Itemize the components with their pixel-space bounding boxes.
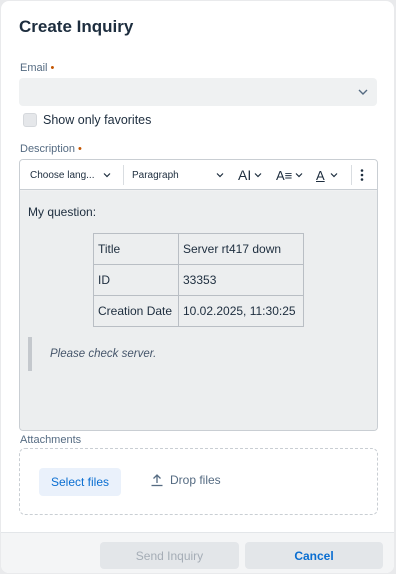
favorites-toggle[interactable]: Show only favorites xyxy=(23,113,151,127)
chevron-down-icon xyxy=(330,173,338,178)
email-label-text: Email xyxy=(20,62,48,74)
font-size-button[interactable]: AI xyxy=(238,160,263,190)
drop-files-zone[interactable]: Drop files xyxy=(150,473,221,487)
more-vertical-icon xyxy=(360,169,364,181)
table-cell-value: 33353 xyxy=(178,264,304,296)
table-cell-key: Creation Date xyxy=(93,295,179,327)
table-cell-key: Title xyxy=(93,233,179,265)
email-required-mark: • xyxy=(50,62,55,74)
font-size-icon: AI xyxy=(238,167,252,183)
table-cell-value: Server rt417 down xyxy=(178,233,304,265)
dialog-footer: Send Inquiry Cancel xyxy=(1,532,394,573)
paragraph-format-dropdown[interactable]: Paragraph xyxy=(132,160,225,190)
table-cell-key: ID xyxy=(93,264,179,296)
upload-icon xyxy=(151,474,163,487)
chevron-down-icon xyxy=(357,85,369,103)
font-color-icon: A xyxy=(316,167,325,183)
select-files-button[interactable]: Select files xyxy=(39,468,121,496)
dialog-title: Create Inquiry xyxy=(19,17,134,36)
chevron-down-icon xyxy=(254,173,262,178)
send-inquiry-button[interactable]: Send Inquiry xyxy=(100,542,239,569)
email-label: Email • xyxy=(20,62,54,74)
create-inquiry-dialog: Create Inquiry Email • Show only favorite… xyxy=(1,1,394,573)
paragraph-format-label: Paragraph xyxy=(132,169,179,181)
cancel-button[interactable]: Cancel xyxy=(245,542,383,569)
rich-text-editor[interactable]: Choose lang... Paragraph AI A≡ A My ques… xyxy=(19,159,378,431)
email-select[interactable] xyxy=(19,78,377,106)
favorites-checkbox[interactable] xyxy=(23,113,37,127)
editor-content[interactable]: My question: Title Server rt417 down ID … xyxy=(20,191,377,430)
table-row: Title Server rt417 down xyxy=(93,233,304,265)
table-row: Creation Date 10.02.2025, 11:30:25 xyxy=(93,295,304,327)
language-dropdown-label: Choose lang... xyxy=(30,169,95,181)
font-color-button[interactable]: A xyxy=(316,160,339,190)
editor-toolbar: Choose lang... Paragraph AI A≡ A xyxy=(20,160,377,190)
chevron-down-icon xyxy=(103,173,110,178)
block-quote: Please check server. xyxy=(28,337,328,371)
attachments-label: Attachments xyxy=(20,434,82,446)
more-options-button[interactable] xyxy=(359,160,365,190)
description-label-text: Description xyxy=(20,143,76,155)
file-upload-area[interactable]: Select files Drop files xyxy=(19,448,378,515)
intro-text: My question: xyxy=(28,205,97,219)
chevron-down-icon xyxy=(216,173,224,178)
drop-files-text: Drop files xyxy=(170,473,221,487)
toolbar-divider xyxy=(351,165,352,185)
language-dropdown[interactable]: Choose lang... xyxy=(30,160,112,190)
chevron-down-icon xyxy=(295,173,303,178)
table-cell-value: 10.02.2025, 11:30:25 xyxy=(178,295,304,327)
table-row: ID 33353 xyxy=(93,264,304,296)
info-table: Title Server rt417 down ID 33353 Creatio… xyxy=(93,233,304,327)
favorites-label: Show only favorites xyxy=(43,113,152,127)
description-required-mark: • xyxy=(78,143,82,155)
text-style-button[interactable]: A≡ xyxy=(276,160,304,190)
toolbar-divider xyxy=(123,165,124,185)
text-style-icon: A≡ xyxy=(276,167,293,183)
description-label: Description • xyxy=(20,143,82,155)
